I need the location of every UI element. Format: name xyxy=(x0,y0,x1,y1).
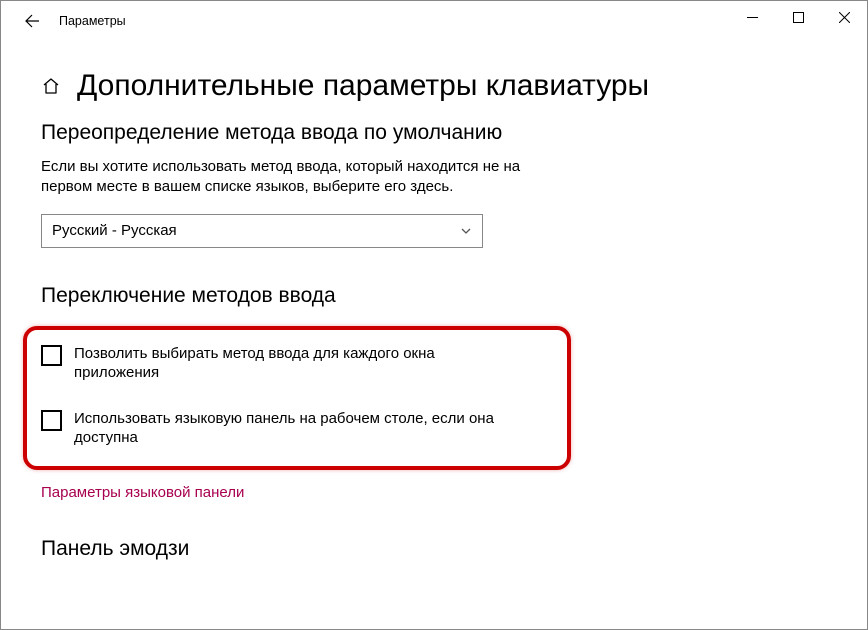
section-emoji-title: Панель эмодзи xyxy=(41,537,827,561)
language-bar-settings-link[interactable]: Параметры языковой панели xyxy=(41,484,827,501)
maximize-icon xyxy=(793,12,804,23)
dropdown-selected-value: Русский - Русская xyxy=(52,222,177,239)
page-title: Дополнительные параметры клавиатуры xyxy=(77,69,649,103)
checkbox-language-bar-row: Использовать языковую панель на рабочем … xyxy=(41,409,553,448)
page-header: Дополнительные параметры клавиатуры xyxy=(41,69,827,103)
checkbox-per-window-row: Позволить выбирать метод ввода для каждо… xyxy=(41,344,553,383)
section-override-title: Переопределение метода ввода по умолчани… xyxy=(41,121,827,145)
highlight-annotation: Позволить выбирать метод ввода для каждо… xyxy=(23,326,571,470)
back-button[interactable] xyxy=(13,2,51,40)
chevron-down-icon xyxy=(460,225,472,237)
input-method-dropdown[interactable]: Русский - Русская xyxy=(41,214,483,248)
section-override-description: Если вы хотите использовать метод ввода,… xyxy=(41,157,541,198)
section-switch-title: Переключение методов ввода xyxy=(41,284,827,308)
maximize-button[interactable] xyxy=(775,1,821,33)
checkbox-per-window-label: Позволить выбирать метод ввода для каждо… xyxy=(74,344,504,383)
minimize-icon xyxy=(747,12,758,23)
close-icon xyxy=(839,12,850,23)
window-title: Параметры xyxy=(59,14,126,28)
checkbox-per-window[interactable] xyxy=(41,345,62,366)
checkbox-language-bar-label: Использовать языковую панель на рабочем … xyxy=(74,409,504,448)
home-icon[interactable] xyxy=(41,76,61,101)
arrow-left-icon xyxy=(24,13,40,29)
minimize-button[interactable] xyxy=(729,1,775,33)
content-area: Дополнительные параметры клавиатуры Пере… xyxy=(1,69,867,581)
checkbox-language-bar[interactable] xyxy=(41,410,62,431)
close-button[interactable] xyxy=(821,1,867,33)
window-controls xyxy=(729,1,867,33)
